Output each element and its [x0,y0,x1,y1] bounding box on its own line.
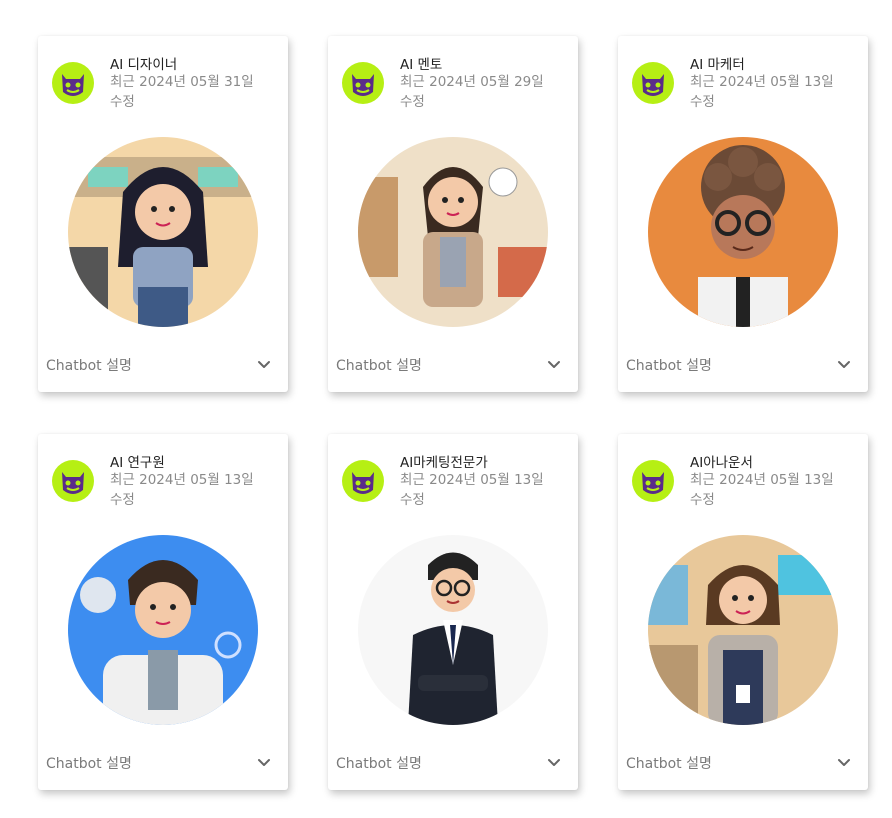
card-footer: Chatbot 설명 [626,354,854,376]
card-title: AI 연구원 [110,455,165,471]
chatbot-avatar-image [358,535,548,725]
chatbot-card-ai-announcer[interactable]: AI아나운서 최근 2024년 05월 13일 수정 Chatbot 설명 [618,434,868,790]
card-title: AI 마케터 [690,57,745,73]
card-footer: Chatbot 설명 [336,752,564,774]
modified-date: 최근 2024년 05월 29일 수정 [400,74,544,110]
chatbot-avatar-image [648,535,838,725]
modified-date: 최근 2024년 05월 13일 수정 [110,472,254,508]
card-header: AI 디자이너 최근 2024년 05월 31일 수정 [52,52,278,112]
card-header: AI아나운서 최근 2024년 05월 13일 수정 [632,450,858,510]
monster-logo-icon [52,62,94,104]
chatbot-card-ai-mentor[interactable]: AI 멘토 최근 2024년 05월 29일 수정 Chatbot 설명 [328,36,578,392]
card-header: AI 연구원 최근 2024년 05월 13일 수정 [52,450,278,510]
chatbot-description-label: Chatbot 설명 [336,756,422,772]
chatbot-description-label: Chatbot 설명 [46,756,132,772]
chatbot-card-ai-researcher[interactable]: AI 연구원 최근 2024년 05월 13일 수정 Chatbot 설명 [38,434,288,790]
card-header: AI 마케터 최근 2024년 05월 13일 수정 [632,52,858,112]
chevron-down-icon[interactable] [544,752,564,772]
chatbot-description-label: Chatbot 설명 [626,358,712,374]
chatbot-card-ai-marketing-expert[interactable]: AI마케팅전문가 최근 2024년 05월 13일 수정 Chatbot 설명 [328,434,578,790]
card-title: AI 디자이너 [110,57,178,73]
chatbot-avatar-image [68,535,258,725]
chevron-down-icon[interactable] [254,752,274,772]
card-title: AI아나운서 [690,455,753,471]
monster-logo-icon [632,62,674,104]
chatbot-description-label: Chatbot 설명 [46,358,132,374]
modified-date: 최근 2024년 05월 13일 수정 [690,472,834,508]
monster-logo-icon [342,460,384,502]
chatbot-avatar-image [68,137,258,327]
monster-logo-icon [52,460,94,502]
modified-date: 최근 2024년 05월 13일 수정 [690,74,834,110]
chatbot-description-label: Chatbot 설명 [626,756,712,772]
chevron-down-icon[interactable] [254,354,274,374]
chatbot-description-label: Chatbot 설명 [336,358,422,374]
card-footer: Chatbot 설명 [46,354,274,376]
chatbot-card-ai-designer[interactable]: AI 디자이너 최근 2024년 05월 31일 수정 Chatbot 설명 [38,36,288,392]
chevron-down-icon[interactable] [834,752,854,772]
chatbot-card-ai-marketer[interactable]: AI 마케터 최근 2024년 05월 13일 수정 Chatbot 설명 [618,36,868,392]
card-footer: Chatbot 설명 [336,354,564,376]
card-footer: Chatbot 설명 [626,752,854,774]
monster-logo-icon [632,460,674,502]
modified-date: 최근 2024년 05월 31일 수정 [110,74,254,110]
modified-date: 최근 2024년 05월 13일 수정 [400,472,544,508]
card-title: AI 멘토 [400,57,443,73]
card-header: AI마케팅전문가 최근 2024년 05월 13일 수정 [342,450,568,510]
card-title: AI마케팅전문가 [400,455,488,471]
chatbot-avatar-image [648,137,838,327]
monster-logo-icon [342,62,384,104]
card-footer: Chatbot 설명 [46,752,274,774]
chevron-down-icon[interactable] [834,354,854,374]
chatbot-avatar-image [358,137,548,327]
chevron-down-icon[interactable] [544,354,564,374]
card-header: AI 멘토 최근 2024년 05월 29일 수정 [342,52,568,112]
